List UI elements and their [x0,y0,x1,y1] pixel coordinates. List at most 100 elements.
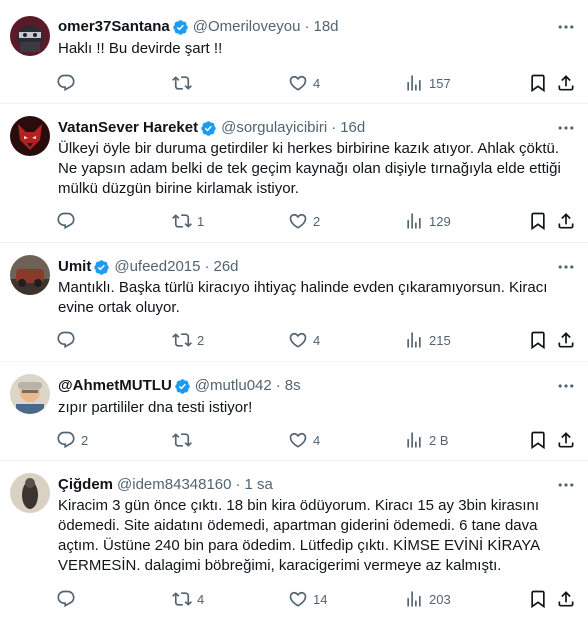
share-button[interactable] [556,428,576,452]
like-button[interactable]: 2 [288,209,320,233]
more-icon[interactable] [556,376,576,396]
timestamp[interactable]: 18d [313,17,338,37]
timestamp[interactable]: 16d [340,118,365,138]
like-button[interactable]: 14 [288,587,327,611]
bookmark-icon [528,589,548,609]
timestamp[interactable]: 26d [213,257,238,277]
more-icon[interactable] [556,118,576,138]
tweet[interactable]: Çiğdem @idem84348160 · 1 sa Kiracim 3 gü… [0,461,588,627]
view-count: 2 B [429,432,449,448]
retweet-icon [172,211,192,231]
like-button[interactable]: 4 [288,328,320,352]
tweet-text: Ülkeyi öyle bir duruma getirdiler ki her… [58,140,561,197]
retweet-button[interactable] [172,71,197,95]
username[interactable]: @idem84348160 [117,475,231,495]
retweet-button[interactable]: 2 [172,328,204,352]
tweet-actions: 1 2 129 [52,209,582,233]
view-count: 203 [429,591,451,607]
bookmark-button[interactable] [528,328,548,352]
views-icon [404,73,424,93]
more-icon[interactable] [556,17,576,37]
views-button[interactable]: 129 [404,209,451,233]
reply-button[interactable] [56,587,81,611]
username[interactable]: @Omeriloveyou [193,17,301,37]
separator: · [304,18,310,35]
heart-icon [288,430,308,450]
like-count: 4 [313,332,321,348]
tweet-header: VatanSever Hareket @sorgulayicibiri · 16… [58,118,576,138]
views-button[interactable]: 203 [404,587,451,611]
timestamp[interactable]: 1 sa [245,475,273,495]
tweet[interactable]: Umit @ufeed2015 · 26d Mantıklı. Başka tü… [0,243,588,362]
verified-badge-icon [172,19,189,36]
like-count: 2 [313,213,321,229]
reply-button[interactable] [56,209,81,233]
reply-icon [56,73,76,93]
separator: · [235,476,241,493]
display-name[interactable]: omer37Santana [58,17,170,37]
retweet-icon [172,430,192,450]
reply-icon [56,430,76,450]
avatar[interactable] [10,116,50,156]
retweet-button[interactable]: 4 [172,587,204,611]
retweet-count: 2 [197,332,205,348]
tweet-actions: 4 157 [52,71,582,95]
more-icon[interactable] [556,475,576,495]
avatar[interactable] [10,374,50,414]
tweet[interactable]: VatanSever Hareket @sorgulayicibiri · 16… [0,104,588,243]
views-icon [404,589,424,609]
view-count: 129 [429,213,451,229]
tweet[interactable]: @AhmetMUTLU @mutlu042 · 8s zıpır partili… [0,362,588,461]
retweet-button[interactable] [172,428,197,452]
display-name[interactable]: @AhmetMUTLU [58,376,172,396]
separator: · [275,377,281,394]
display-name[interactable]: VatanSever Hareket [58,118,198,138]
username[interactable]: @sorgulayicibiri [221,118,327,138]
more-icon[interactable] [556,257,576,277]
retweet-button[interactable]: 1 [172,209,204,233]
like-count: 4 [313,75,321,91]
reply-button[interactable] [56,71,81,95]
like-button[interactable]: 4 [288,71,320,95]
share-button[interactable] [556,209,576,233]
retweet-count: 1 [197,213,205,229]
tweet-header: omer37Santana @Omeriloveyou · 18d [58,17,576,37]
username[interactable]: @ufeed2015 [114,257,200,277]
bookmark-button[interactable] [528,209,548,233]
views-icon [404,330,424,350]
avatar[interactable] [10,473,50,513]
heart-icon [288,73,308,93]
bookmark-button[interactable] [528,587,548,611]
share-button[interactable] [556,71,576,95]
tweet[interactable]: omer37Santana @Omeriloveyou · 18d Haklı … [0,0,588,104]
bookmark-button[interactable] [528,71,548,95]
display-name[interactable]: Çiğdem [58,475,113,495]
verified-badge-icon [93,259,110,276]
share-icon [556,589,576,609]
like-button[interactable]: 4 [288,428,320,452]
display-name[interactable]: Umit [58,257,91,277]
retweet-count: 4 [197,591,205,607]
tweet-text: Mantıklı. Başka türlü kiracıyo ihtiyaç h… [58,279,548,316]
retweet-icon [172,330,192,350]
avatar[interactable] [10,255,50,295]
share-button[interactable] [556,328,576,352]
separator: · [204,258,210,275]
heart-icon [288,589,308,609]
views-button[interactable]: 157 [404,71,451,95]
heart-icon [288,330,308,350]
views-button[interactable]: 2 B [404,428,449,452]
username[interactable]: @mutlu042 [195,376,272,396]
separator: · [331,119,337,136]
tweet-text: zıpır partililer dna testi istiyor! [58,399,253,416]
reply-button[interactable] [56,328,81,352]
share-button[interactable] [556,587,576,611]
bookmark-button[interactable] [528,428,548,452]
tweet-actions: 2 4 215 [52,328,582,352]
timestamp[interactable]: 8s [285,376,301,396]
avatar[interactable] [10,16,50,56]
reply-button[interactable]: 2 [56,428,88,452]
views-button[interactable]: 215 [404,328,451,352]
share-icon [556,430,576,450]
retweet-icon [172,73,192,93]
